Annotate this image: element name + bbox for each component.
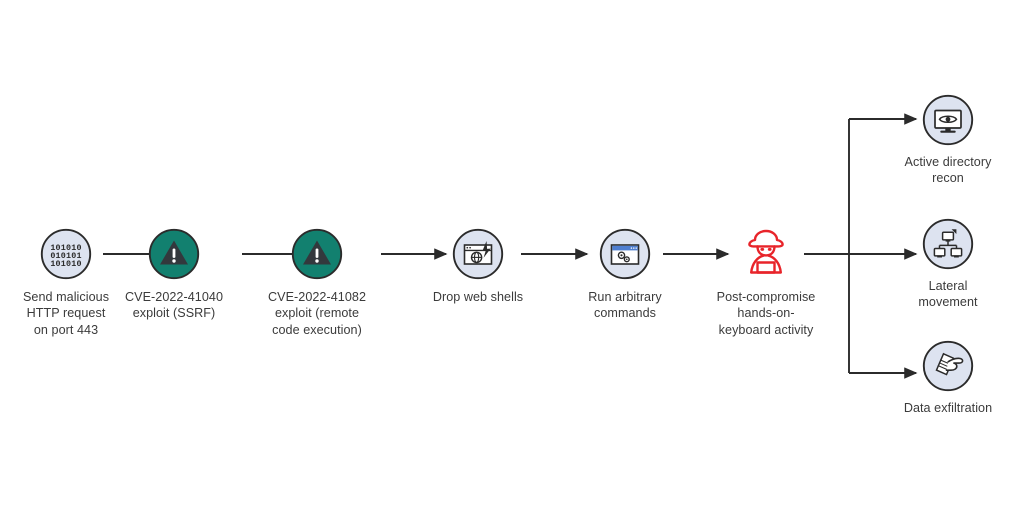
node-label: Lateral movement [918, 279, 978, 310]
node-drop-web-shells[interactable]: Drop web shells [408, 228, 548, 305]
node-label: Data exfiltration [903, 401, 993, 415]
node-cve-2022-41040-exploit[interactable]: CVE-2022-41040 exploit (SSRF) [108, 228, 240, 322]
window-gears-icon [599, 228, 651, 280]
svg-text:101010: 101010 [50, 259, 81, 269]
attacker-hacker-icon [740, 222, 792, 280]
binary-code-icon: 101010 010101 101010 [40, 228, 92, 280]
node-lateral-movement[interactable]: Lateral movement [878, 218, 1018, 311]
hand-documents-icon [922, 340, 974, 392]
node-label: Run arbitrary commands [588, 290, 662, 321]
node-label: CVE-2022-41040 exploit (SSRF) [124, 290, 224, 321]
network-topology-icon [922, 218, 974, 270]
warning-triangle-icon [291, 228, 343, 280]
node-data-exfiltration[interactable]: Data exfiltration [873, 340, 1023, 416]
node-post-compromise-activity[interactable]: Post-compromise hands-on- keyboard activ… [691, 222, 841, 338]
node-label: Active directory recon [904, 155, 992, 186]
attack-chain-diagram: 101010 010101 101010 Send malicious HTTP… [0, 0, 1024, 508]
node-label: Post-compromise hands-on- keyboard activ… [716, 290, 816, 337]
node-label: Drop web shells [432, 290, 524, 304]
node-run-arbitrary-commands[interactable]: Run arbitrary commands [559, 228, 691, 322]
node-cve-2022-41082-exploit[interactable]: CVE-2022-41082 exploit (remote code exec… [247, 228, 387, 338]
web-shell-icon [452, 228, 504, 280]
monitor-eye-icon [922, 94, 974, 146]
warning-triangle-icon [148, 228, 200, 280]
node-label: CVE-2022-41082 exploit (remote code exec… [267, 290, 367, 337]
node-active-directory-recon[interactable]: Active directory recon [878, 94, 1018, 187]
